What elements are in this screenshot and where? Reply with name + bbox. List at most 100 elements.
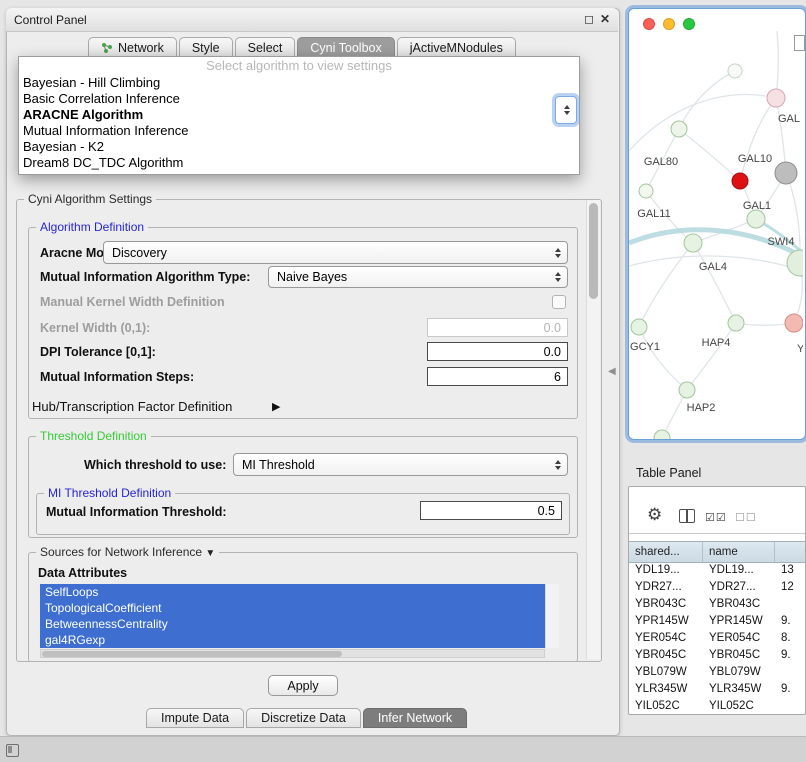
node-pink[interactable] <box>767 89 785 107</box>
cell: YLR345W <box>629 681 703 698</box>
node-gcy1[interactable] <box>631 319 647 335</box>
mi-type-select[interactable]: Naive Bayes <box>268 266 568 288</box>
node-swi4[interactable] <box>787 250 803 276</box>
node-salmon[interactable] <box>785 314 803 332</box>
column-manager-icon[interactable] <box>679 509 695 523</box>
table-row[interactable]: YBR045CYBR045C9. <box>629 647 806 664</box>
algorithm-combobox-stepper[interactable] <box>555 96 577 124</box>
table-row[interactable]: YPR145WYPR145W9. <box>629 613 806 630</box>
tab-select[interactable]: Select <box>235 37 296 58</box>
dropdown-item-bayesian-k2[interactable]: Bayesian - K2 <box>19 139 579 155</box>
tab-discretize-data[interactable]: Discretize Data <box>246 708 361 728</box>
node-gal11[interactable] <box>639 184 653 198</box>
manual-kernel-checkbox[interactable] <box>552 295 566 309</box>
cell: YIL052C <box>703 698 775 715</box>
node-label-hap4: HAP4 <box>702 337 731 349</box>
network-icon <box>101 42 113 54</box>
node-label-gal11: GAL11 <box>637 208 670 220</box>
cell: YPR145W <box>703 613 775 630</box>
minimize-traffic-light[interactable] <box>663 18 675 30</box>
checkbox-pair-checked-icon[interactable]: ☑☑ <box>705 511 727 524</box>
collapsed-arrow-icon[interactable]: ▶ <box>272 400 280 413</box>
node-top[interactable] <box>728 64 742 78</box>
table-row[interactable]: YLR345WYLR345W9. <box>629 681 806 698</box>
docked-panel-icon[interactable] <box>6 744 19 757</box>
splitter-collapse-icon[interactable]: ◀ <box>608 366 616 377</box>
mi-threshold-field[interactable]: 0.5 <box>420 501 562 520</box>
settings-scrollbar-thumb[interactable] <box>589 203 598 299</box>
dropdown-item-bayesian-hill-climbing[interactable]: Bayesian - Hill Climbing <box>19 75 579 91</box>
sources-title: Sources for Network Inference ▼ <box>36 545 219 559</box>
column-header-shared[interactable]: shared... <box>629 542 703 562</box>
node-label-gal10: GAL10 <box>738 153 772 165</box>
attributes-hscrollbar[interactable] <box>40 649 545 658</box>
expanded-arrow-icon[interactable]: ▼ <box>205 548 215 559</box>
apply-button[interactable]: Apply <box>268 675 338 696</box>
bottom-dock-strip <box>0 736 806 762</box>
data-attributes-label: Data Attributes <box>38 566 127 580</box>
dropdown-item-basic-correlation[interactable]: Basic Correlation Inference <box>19 91 579 107</box>
checkbox-pair-unchecked-icon[interactable]: ☐☐ <box>735 511 757 524</box>
table-row[interactable]: YDL19...YDL19...13 <box>629 562 806 579</box>
algorithm-definition-title: Algorithm Definition <box>36 220 148 234</box>
tab-impute-data-label: Impute Data <box>161 711 229 725</box>
node-hap4[interactable] <box>728 315 744 331</box>
window-title: Control Panel <box>14 13 87 27</box>
dpi-tolerance-field[interactable]: 0.0 <box>427 342 568 361</box>
tab-cyni-toolbox[interactable]: Cyni Toolbox <box>297 37 394 58</box>
list-item-selfloops[interactable]: SelfLoops <box>40 584 545 600</box>
column-header-name[interactable]: name <box>703 542 775 562</box>
table-row[interactable]: YIL052CYIL052C <box>629 698 806 715</box>
list-item-betweennesscentrality[interactable]: BetweennessCentrality <box>40 616 545 632</box>
aracne-mode-select[interactable]: Discovery <box>103 241 568 264</box>
stepper-icon <box>555 272 561 282</box>
cell: YBR045C <box>703 647 775 664</box>
mi-steps-field[interactable]: 6 <box>427 367 568 386</box>
node-hap2[interactable] <box>679 382 695 398</box>
tab-network[interactable]: Network <box>88 37 177 58</box>
attributes-vscrollbar[interactable] <box>545 584 559 648</box>
which-threshold-select[interactable]: MI Threshold <box>233 453 568 476</box>
node-label-swi4: SWI4 <box>768 236 795 248</box>
node-gal10[interactable] <box>732 173 748 189</box>
close-traffic-light[interactable] <box>643 18 655 30</box>
control-panel-titlebar: Control Panel ◻ ✕ <box>6 8 618 32</box>
settings-scrollbar[interactable] <box>586 200 600 659</box>
tab-impute-data[interactable]: Impute Data <box>146 708 244 728</box>
dropdown-item-dream8[interactable]: Dream8 DC_TDC Algorithm <box>19 155 579 171</box>
zoom-traffic-light[interactable] <box>683 18 695 30</box>
tab-style[interactable]: Style <box>179 37 233 58</box>
table-row[interactable]: YER054CYER054C8. <box>629 630 806 647</box>
table-panel: ⚙ ☑☑ ☐☐ shared... name YDL19...YDL19...1… <box>628 486 806 715</box>
node-label-gal80: GAL80 <box>644 156 678 168</box>
cell <box>775 596 806 613</box>
node-gal4[interactable] <box>684 234 702 252</box>
float-window-icon[interactable]: ◻ <box>584 12 594 26</box>
table-row[interactable]: YBL079WYBL079W <box>629 664 806 681</box>
table-row[interactable]: YBR043CYBR043C <box>629 596 806 613</box>
column-header-cut[interactable] <box>775 542 806 562</box>
node-gal1[interactable] <box>747 210 765 228</box>
dropdown-item-aracne[interactable]: ARACNE Algorithm <box>19 107 579 123</box>
which-threshold-value: MI Threshold <box>242 458 315 472</box>
hub-section-label[interactable]: Hub/Transcription Factor Definition <box>32 399 232 414</box>
tab-cyni-toolbox-label: Cyni Toolbox <box>310 41 381 55</box>
list-item-topologicalcoefficient[interactable]: TopologicalCoefficient <box>40 600 545 616</box>
list-item-gal4rgexp[interactable]: gal4RGexp <box>40 632 545 648</box>
dropdown-item-mutual-information[interactable]: Mutual Information Inference <box>19 123 579 139</box>
cell: YDL19... <box>703 562 775 579</box>
tab-jactivemnodules[interactable]: jActiveMNodules <box>397 37 516 58</box>
table-panel-title: Table Panel <box>636 466 701 480</box>
close-window-icon[interactable]: ✕ <box>600 12 610 26</box>
node-bottom[interactable] <box>654 430 670 439</box>
toolbar-divider <box>629 533 805 534</box>
node-gal80[interactable] <box>671 121 687 137</box>
node-gray[interactable] <box>775 162 797 184</box>
attributes-hscrollbar-thumb[interactable] <box>42 651 342 657</box>
network-canvas[interactable]: GAL80 GAL11 GAL10 GAL1 GAL4 SWI4 GCY1 HA… <box>629 31 803 439</box>
gear-icon[interactable]: ⚙ <box>647 505 662 525</box>
data-attributes-list[interactable]: SelfLoops TopologicalCoefficient Between… <box>40 584 545 648</box>
tab-infer-network[interactable]: Infer Network <box>363 708 467 728</box>
cell: YLR345W <box>703 681 775 698</box>
table-row[interactable]: YDR27...YDR27...12 <box>629 579 806 596</box>
